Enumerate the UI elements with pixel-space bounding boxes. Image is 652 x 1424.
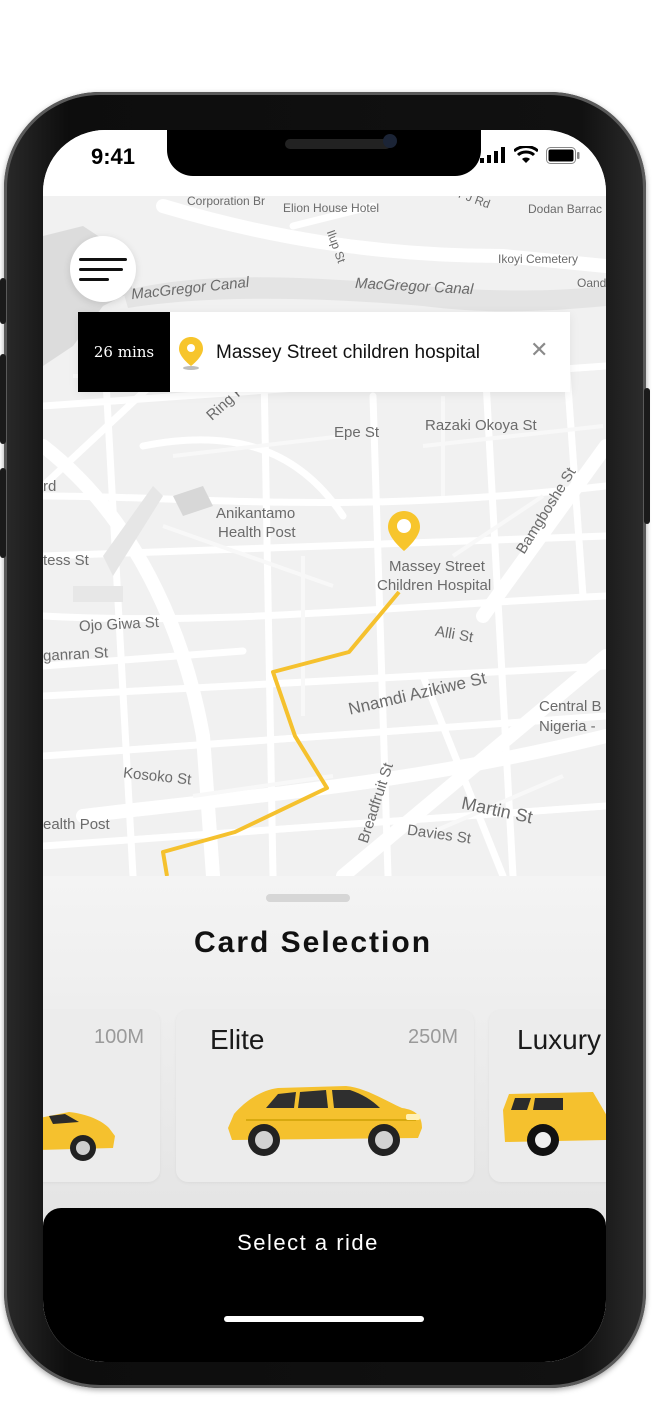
hamburger-menu-icon (79, 257, 127, 261)
speaker (285, 139, 391, 149)
status-icons (480, 146, 580, 164)
ride-card-luxury[interactable]: Luxury (489, 1010, 606, 1182)
ride-name: Luxury (517, 1024, 602, 1055)
menu-button[interactable] (70, 236, 136, 302)
select-ride-button[interactable]: Select a ride (43, 1208, 606, 1362)
volume-up-button (0, 354, 6, 444)
yellow-car-icon (43, 1094, 129, 1169)
status-bar: 9:41 (43, 130, 606, 196)
ride-card-elite[interactable]: Elite 250M (176, 1010, 474, 1182)
wifi-icon (514, 146, 538, 163)
home-indicator[interactable] (224, 1316, 424, 1322)
sheet-drag-handle[interactable] (266, 894, 350, 902)
phone-screen: Corporation Br Elion House Hotel Ilup St… (43, 130, 606, 1362)
volume-down-button (0, 468, 6, 558)
eta-badge: 26 mins (78, 312, 170, 392)
yellow-car-icon (226, 1080, 426, 1163)
map-label: Nigeria - (539, 718, 596, 735)
map-label: Health Post (218, 524, 296, 541)
map-label: rd (43, 478, 57, 495)
map-label: Anikantamo (216, 505, 296, 522)
battery-icon (546, 146, 580, 164)
destination-card[interactable]: 26 mins Massey Street children hospital … (78, 312, 570, 392)
location-pin-icon (178, 336, 204, 375)
destination-name: Massey Street children hospital (216, 342, 481, 363)
power-button (644, 388, 650, 524)
map-label: Corporation Br (187, 196, 266, 208)
destination-map-pin-icon[interactable] (387, 510, 421, 557)
map-label: Razaki Okoya St (425, 417, 537, 434)
map-label: Dodan Barrac (528, 202, 603, 216)
yellow-car-icon (503, 1080, 606, 1165)
map-label: Oand (577, 276, 606, 290)
select-ride-label: Select a ride (237, 1230, 379, 1255)
ride-name: Elite (210, 1024, 265, 1055)
map-label: Ikoyi Cemetery (498, 252, 579, 266)
front-camera (383, 134, 397, 148)
signal-icon (480, 147, 505, 163)
map-label: ealth Post (43, 816, 110, 833)
ride-price: 250M (407, 1026, 458, 1048)
status-time: 9:41 (91, 144, 136, 169)
sheet-title: Card Selection (193, 926, 433, 959)
close-icon[interactable]: ✕ (530, 336, 548, 364)
map[interactable]: Corporation Br Elion House Hotel Ilup St… (43, 196, 606, 876)
ride-card-standard[interactable]: 100M (43, 1010, 160, 1182)
map-label: Central B (539, 698, 602, 715)
mute-switch (0, 278, 6, 324)
hamburger-line (79, 277, 109, 281)
map-label: ganran St (43, 644, 109, 665)
ride-price: 100M (93, 1026, 144, 1048)
hamburger-line (79, 267, 123, 271)
notch (167, 130, 481, 176)
map-label: Elion House Hotel (283, 201, 380, 215)
map-label: Massey Street (389, 558, 485, 575)
map-label: Children Hospital (377, 577, 492, 594)
map-label: tess St (43, 552, 89, 569)
map-label: Epe St (334, 424, 380, 441)
